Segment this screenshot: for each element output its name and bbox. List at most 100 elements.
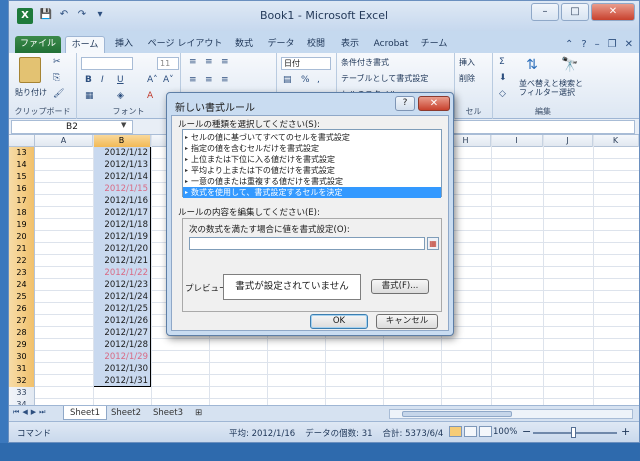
cut-icon[interactable]: ✂ <box>53 57 61 67</box>
workbook-minimize-icon[interactable]: – <box>595 39 600 50</box>
sort-filter-icon[interactable]: ⇅ <box>523 57 541 75</box>
maximize-button[interactable]: □ <box>561 3 589 21</box>
tab-data[interactable]: データ <box>263 36 299 53</box>
date-cell[interactable]: 2012/1/14 <box>93 171 151 183</box>
paste-button[interactable]: 貼り付け <box>15 87 47 98</box>
tab-view[interactable]: 表示 <box>335 36 365 53</box>
date-cell[interactable]: 2012/1/29 <box>93 351 151 363</box>
rule-type-item-selected[interactable]: 数式を使用して、書式設定するセルを決定 <box>183 187 441 198</box>
new-sheet-icon[interactable]: ⊞ <box>189 406 208 420</box>
help-icon[interactable]: ? <box>581 39 586 50</box>
row-header[interactable]: 20 <box>9 231 35 243</box>
tab-home[interactable]: ホーム <box>65 36 105 53</box>
format-button[interactable]: 書式(F)... <box>371 279 429 294</box>
zoom-level[interactable]: 100% <box>493 427 517 437</box>
zoom-in-icon[interactable]: + <box>621 425 630 438</box>
shrink-font-icon[interactable]: A˅ <box>163 75 174 85</box>
date-cell[interactable]: 2012/1/22 <box>93 267 151 279</box>
find-select-icon[interactable]: 🔭 <box>561 57 579 75</box>
clear-icon[interactable]: ◇ <box>499 89 506 99</box>
date-cell[interactable]: 2012/1/17 <box>93 207 151 219</box>
row-header[interactable]: 31 <box>9 363 35 375</box>
paste-icon[interactable] <box>19 57 41 83</box>
last-sheet-icon[interactable]: ⏭ <box>39 408 45 417</box>
insert-cells-button[interactable]: 挿入 <box>459 57 475 68</box>
conditional-formatting-button[interactable]: 条件付き書式 <box>341 57 389 68</box>
zoom-slider-thumb[interactable] <box>571 427 576 438</box>
date-cell[interactable]: 2012/1/15 <box>93 183 151 195</box>
rule-type-item[interactable]: 上位または下位に入る値だけを書式設定 <box>183 154 441 165</box>
row-header[interactable]: 26 <box>9 303 35 315</box>
row-header[interactable]: 18 <box>9 207 35 219</box>
borders-icon[interactable]: ▦ <box>85 91 94 101</box>
grow-font-icon[interactable]: A˄ <box>147 75 158 85</box>
date-cell[interactable]: 2012/1/21 <box>93 255 151 267</box>
dialog-close-button[interactable]: ✕ <box>418 96 450 111</box>
font-color-icon[interactable]: A <box>147 91 153 101</box>
italic-icon[interactable]: I <box>101 75 104 85</box>
minimize-button[interactable]: – <box>531 3 559 21</box>
tab-insert[interactable]: 挿入 <box>109 36 139 53</box>
tab-acrobat[interactable]: Acrobat <box>369 36 413 53</box>
sheet-tab-sheet2[interactable]: Sheet2 <box>105 406 147 420</box>
row-header[interactable]: 32 <box>9 375 35 387</box>
date-cell[interactable]: 2012/1/13 <box>93 159 151 171</box>
row-header[interactable]: 30 <box>9 351 35 363</box>
select-all-corner[interactable] <box>9 135 35 147</box>
zoom-out-icon[interactable]: − <box>522 425 531 438</box>
tab-team[interactable]: チーム <box>417 36 451 53</box>
row-header[interactable]: 16 <box>9 183 35 195</box>
bold-icon[interactable]: B <box>85 75 92 85</box>
date-cell[interactable]: 2012/1/12 <box>93 147 151 159</box>
tab-page-layout[interactable]: ページ レイアウト <box>143 36 227 53</box>
font-size-box[interactable]: 11 <box>157 57 179 70</box>
rule-type-item[interactable]: セルの値に基づいてすべてのセルを書式設定 <box>183 132 441 143</box>
autosum-icon[interactable]: Σ <box>499 57 505 67</box>
close-button[interactable]: ✕ <box>591 3 635 21</box>
delete-cells-button[interactable]: 削除 <box>459 73 475 84</box>
page-layout-view-button[interactable] <box>464 426 477 437</box>
row-header[interactable]: 17 <box>9 195 35 207</box>
column-header-i[interactable]: I <box>491 135 543 147</box>
date-cell[interactable]: 2012/1/20 <box>93 243 151 255</box>
accounting-format-icon[interactable]: ▤ <box>283 75 292 85</box>
sheet-tab-sheet3[interactable]: Sheet3 <box>147 406 189 420</box>
comma-icon[interactable]: , <box>317 75 320 85</box>
date-cell[interactable]: 2012/1/16 <box>93 195 151 207</box>
column-header-j[interactable]: J <box>543 135 593 147</box>
fill-icon[interactable]: ⬇ <box>499 73 507 83</box>
row-header[interactable]: 13 <box>9 147 35 159</box>
name-box[interactable]: B2 <box>11 120 133 134</box>
rule-formula-input[interactable] <box>189 237 425 250</box>
next-sheet-icon[interactable]: ▶ <box>31 408 36 417</box>
ok-button[interactable]: OK <box>310 314 368 329</box>
underline-icon[interactable]: U <box>117 75 124 85</box>
date-cell[interactable]: 2012/1/31 <box>93 375 151 387</box>
column-header-k[interactable]: K <box>593 135 639 147</box>
horizontal-scrollbar[interactable] <box>389 409 633 419</box>
align-top-icon[interactable]: ≡ <box>189 57 197 67</box>
percent-icon[interactable]: % <box>301 75 310 85</box>
normal-view-button[interactable] <box>449 426 462 437</box>
tab-formulas[interactable]: 数式 <box>229 36 259 53</box>
prev-sheet-icon[interactable]: ◀ <box>22 408 27 417</box>
date-cell[interactable]: 2012/1/18 <box>93 219 151 231</box>
rule-type-item[interactable]: 指定の値を含むセルだけを書式設定 <box>183 143 441 154</box>
column-header-b[interactable]: B <box>93 135 151 147</box>
name-box-dropdown-icon[interactable]: ▼ <box>121 121 126 129</box>
align-bottom-icon[interactable]: ≡ <box>221 57 229 67</box>
date-cell[interactable]: 2012/1/27 <box>93 327 151 339</box>
page-break-view-button[interactable] <box>479 426 492 437</box>
range-picker-icon[interactable]: ▦ <box>427 237 439 250</box>
format-painter-icon[interactable]: 🖌 <box>53 89 64 99</box>
tab-file[interactable]: ファイル <box>15 36 61 53</box>
horizontal-scroll-thumb[interactable] <box>402 411 512 417</box>
tab-review[interactable]: 校閲 <box>301 36 331 53</box>
row-header[interactable]: 23 <box>9 267 35 279</box>
find-select-button[interactable]: 検索と 選択 <box>559 79 583 97</box>
align-right-icon[interactable]: ≡ <box>221 75 229 85</box>
align-middle-icon[interactable]: ≡ <box>205 57 213 67</box>
first-sheet-icon[interactable]: ⏮ <box>13 408 19 417</box>
row-header[interactable]: 25 <box>9 291 35 303</box>
dialog-help-button[interactable]: ? <box>395 96 415 111</box>
